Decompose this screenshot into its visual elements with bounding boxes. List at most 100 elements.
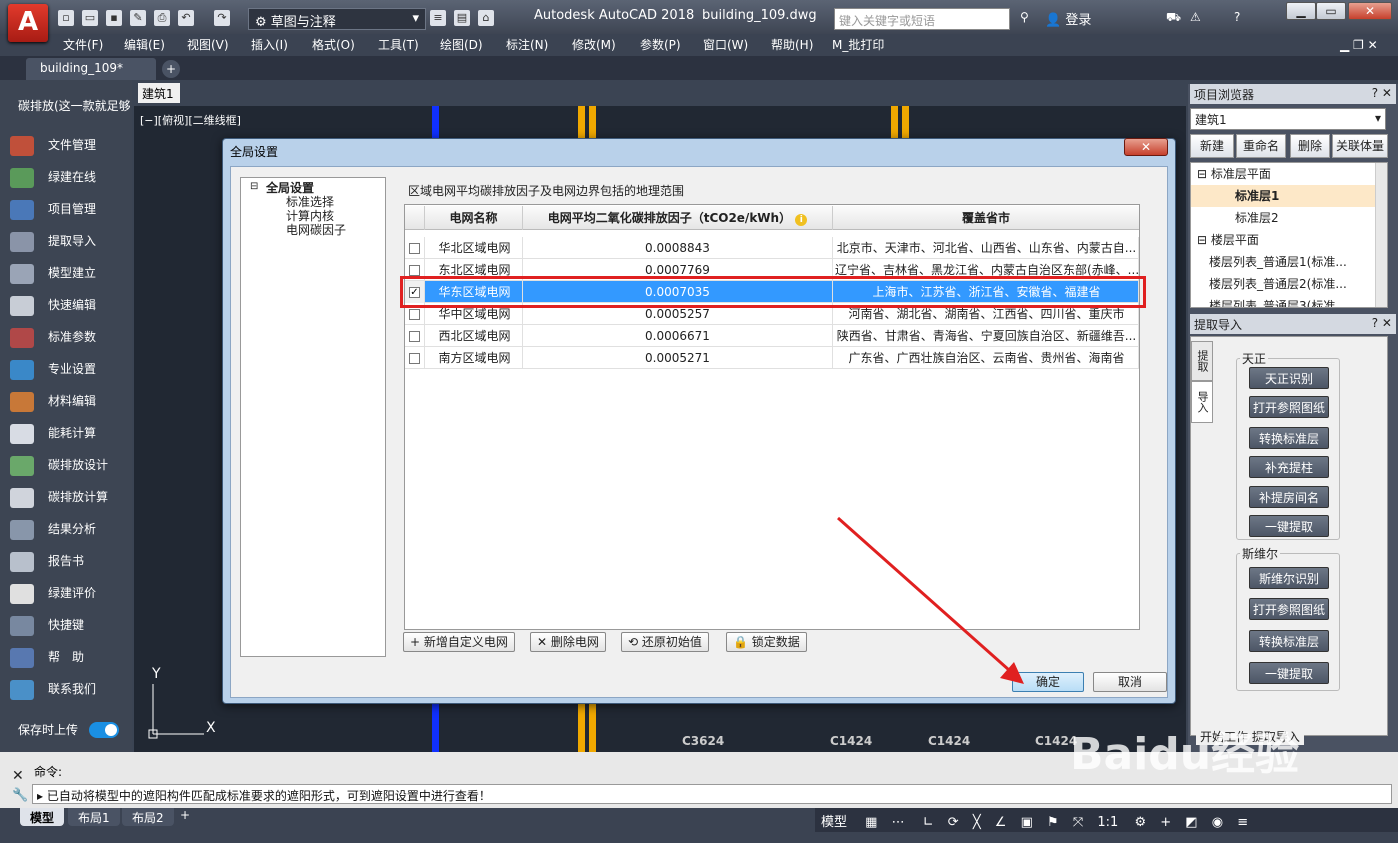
sidebar-item-professional-settings[interactable]: 专业设置 [10,353,130,385]
sidebar-item-carbon-calc[interactable]: 碳排放计算 [10,481,130,513]
selection-cycle-icon[interactable]: ▣ [1021,815,1033,830]
restore-defaults-button[interactable]: ⟲ 还原初始值 [621,632,709,652]
tab-model[interactable]: 模型 [20,808,65,826]
sidebar-item-quick-edit[interactable]: 快速编辑 [10,289,130,321]
collapse-icon[interactable]: ⊟ [1197,167,1207,181]
login-button[interactable]: 👤 登录 [1045,9,1091,28]
table-row[interactable]: 南方区域电网 0.0005271 广东省、广西壮族自治区、云南省、贵州省、海南省 [405,347,1139,369]
menu-file[interactable]: 文件(F) [63,34,103,56]
tree-node-standard-floor-2[interactable]: 标准层2 [1191,207,1375,229]
menu-draw[interactable]: 绘图(D) [440,34,483,56]
panel-controls[interactable]: ? ✕ [1372,86,1392,100]
row-checkbox[interactable] [405,347,425,369]
collapse-icon[interactable]: ⊟ [1197,233,1207,247]
sweier-recognize-button[interactable]: 斯维尔识别 [1249,567,1329,589]
info-icon[interactable]: i [795,214,808,226]
extract-room-names-button[interactable]: 补提房间名 [1249,486,1329,508]
link-mass-button[interactable]: 关联体量 [1332,134,1388,158]
header-grid-name[interactable]: 电网名称 [425,206,523,230]
tab-layout1[interactable]: 布局1 [68,808,120,826]
properties-icon[interactable]: ▤ [454,10,470,26]
table-row[interactable]: 西北区域电网 0.0006671 陕西省、甘肃省、青海省、宁夏回族自治区、新疆维… [405,325,1139,347]
cell-factor[interactable]: 0.0008843 [523,237,833,259]
save-as-icon[interactable]: ✎ [130,10,146,26]
sidebar-item-contact[interactable]: 联系我们 [10,673,130,705]
menu-parametric[interactable]: 参数(P) [640,34,681,56]
doc-window-controls[interactable]: ▁ ❐ ✕ [1340,34,1378,56]
undo-icon[interactable]: ↶ [178,10,194,26]
header-provinces[interactable]: 覆盖省市 [833,206,1139,230]
open-folder-icon[interactable]: ▭ [82,10,98,26]
menu-modify[interactable]: 修改(M) [572,34,616,56]
sidebar-item-file-management[interactable]: 文件管理 [10,129,130,161]
isolate-icon[interactable]: ◩ [1185,815,1197,830]
tree-node-floor-2[interactable]: 楼层列表_普通层2(标准... [1191,273,1375,295]
binoculars-icon[interactable]: ⚲ [1020,10,1029,24]
sidebar-item-energy-calc[interactable]: 能耗计算 [10,417,130,449]
menu-batch-print[interactable]: M_批打印 [832,34,884,56]
new-button[interactable]: 新建 [1190,134,1234,158]
tab-extract[interactable]: 提取 [1191,341,1213,381]
viewport-label[interactable]: [−][俯视][二维线框] [140,112,241,128]
new-file-icon[interactable]: ▫ [58,10,74,26]
settings-icon[interactable]: ⚙ [1134,815,1146,830]
plus-icon[interactable]: + [1160,815,1171,830]
collapse-icon[interactable]: ⊟ [250,181,258,192]
close-icon[interactable]: ✕ [12,768,24,784]
lock-data-button[interactable]: 🔒 锁定数据 [726,632,807,652]
snap-icon[interactable]: ⋯ [892,815,905,830]
sidebar-item-carbon-design[interactable]: 碳排放设计 [10,449,130,481]
add-columns-button[interactable]: 补充提柱 [1249,456,1329,478]
maximize-button[interactable]: ▭ [1316,2,1346,20]
model-space-toggle[interactable]: 模型 [821,815,847,830]
menu-format[interactable]: 格式(O) [312,34,355,56]
customize-icon[interactable]: ≡ [1237,815,1248,830]
minimize-button[interactable]: ▁ [1286,2,1316,20]
annotation-scale[interactable]: 1:1 [1097,815,1118,830]
autocad-logo[interactable]: A [8,4,48,42]
cell-factor[interactable]: 0.0006671 [523,325,833,347]
osnap-icon[interactable]: ╳ [973,815,981,830]
cell-factor[interactable]: 0.0005271 [523,347,833,369]
autodesk-app-icon[interactable]: ⚠ [1190,10,1201,24]
project-select[interactable]: 建筑1 ▾ [1190,108,1386,130]
sidebar-item-help[interactable]: 帮 助 [10,641,130,673]
menu-edit[interactable]: 编辑(E) [124,34,165,56]
workspace-select[interactable]: ⚙ 草图与注释 ▾ [248,8,426,30]
wrench-icon[interactable]: 🔧 [12,788,28,803]
print-icon[interactable]: ⎙ [154,10,170,26]
menu-tools[interactable]: 工具(T) [378,34,419,56]
scale-icon[interactable]: ⤧ [1073,815,1083,830]
match-icon[interactable]: ⌂ [478,10,494,26]
settings-nav-tree[interactable] [240,177,386,657]
tree-node-standard-floors[interactable]: ⊟ 标准层平面 [1191,163,1375,185]
dialog-close-button[interactable]: ✕ [1124,138,1168,156]
sidebar-item-model-build[interactable]: 模型建立 [10,257,130,289]
tree-node-floor-3[interactable]: 楼层列表_普通层3(标准... [1191,295,1375,307]
one-click-extract-button[interactable]: 一键提取 [1249,515,1329,537]
cancel-button[interactable]: 取消 [1093,672,1167,692]
help-icon[interactable]: ? [1234,10,1240,24]
tree-scrollbar[interactable] [1375,163,1387,307]
add-tab-icon[interactable]: + [162,60,180,78]
tab-import[interactable]: 导入 [1191,381,1213,423]
sidebar-item-result-analysis[interactable]: 结果分析 [10,513,130,545]
menu-window[interactable]: 窗口(W) [703,34,748,56]
tree-node-floor-plans[interactable]: ⊟ 楼层平面 [1191,229,1375,251]
tianzheng-recognize-button[interactable]: 天正识别 [1249,367,1329,389]
delete-grid-button[interactable]: ✕ 删除电网 [530,632,606,652]
tab-layout2[interactable]: 布局2 [122,808,174,826]
tree-node-floor-1[interactable]: 楼层列表_普通层1(标准... [1191,251,1375,273]
redo-icon[interactable]: ↷ [214,10,230,26]
menu-help[interactable]: 帮助(H) [771,34,813,56]
layer-icon[interactable]: ≡ [430,10,446,26]
menu-view[interactable]: 视图(V) [187,34,229,56]
row-checkbox[interactable] [405,325,425,347]
sidebar-item-green-online[interactable]: 绿建在线 [10,161,130,193]
header-factor[interactable]: 电网平均二氧化碳排放因子（tCO2e/kWh） i [523,206,833,230]
project-tree[interactable]: ⊟ 标准层平面 标准层1 标准层2 ⊟ 楼层平面 楼层列表_普通层1(标准...… [1190,162,1388,308]
row-checkbox[interactable] [405,237,425,259]
hardware-icon[interactable]: ◉ [1212,815,1223,830]
table-row[interactable]: 华北区域电网 0.0008843 北京市、天津市、河北省、山西省、山东省、内蒙古… [405,237,1139,259]
one-click-extract-button-2[interactable]: 一键提取 [1249,662,1329,684]
